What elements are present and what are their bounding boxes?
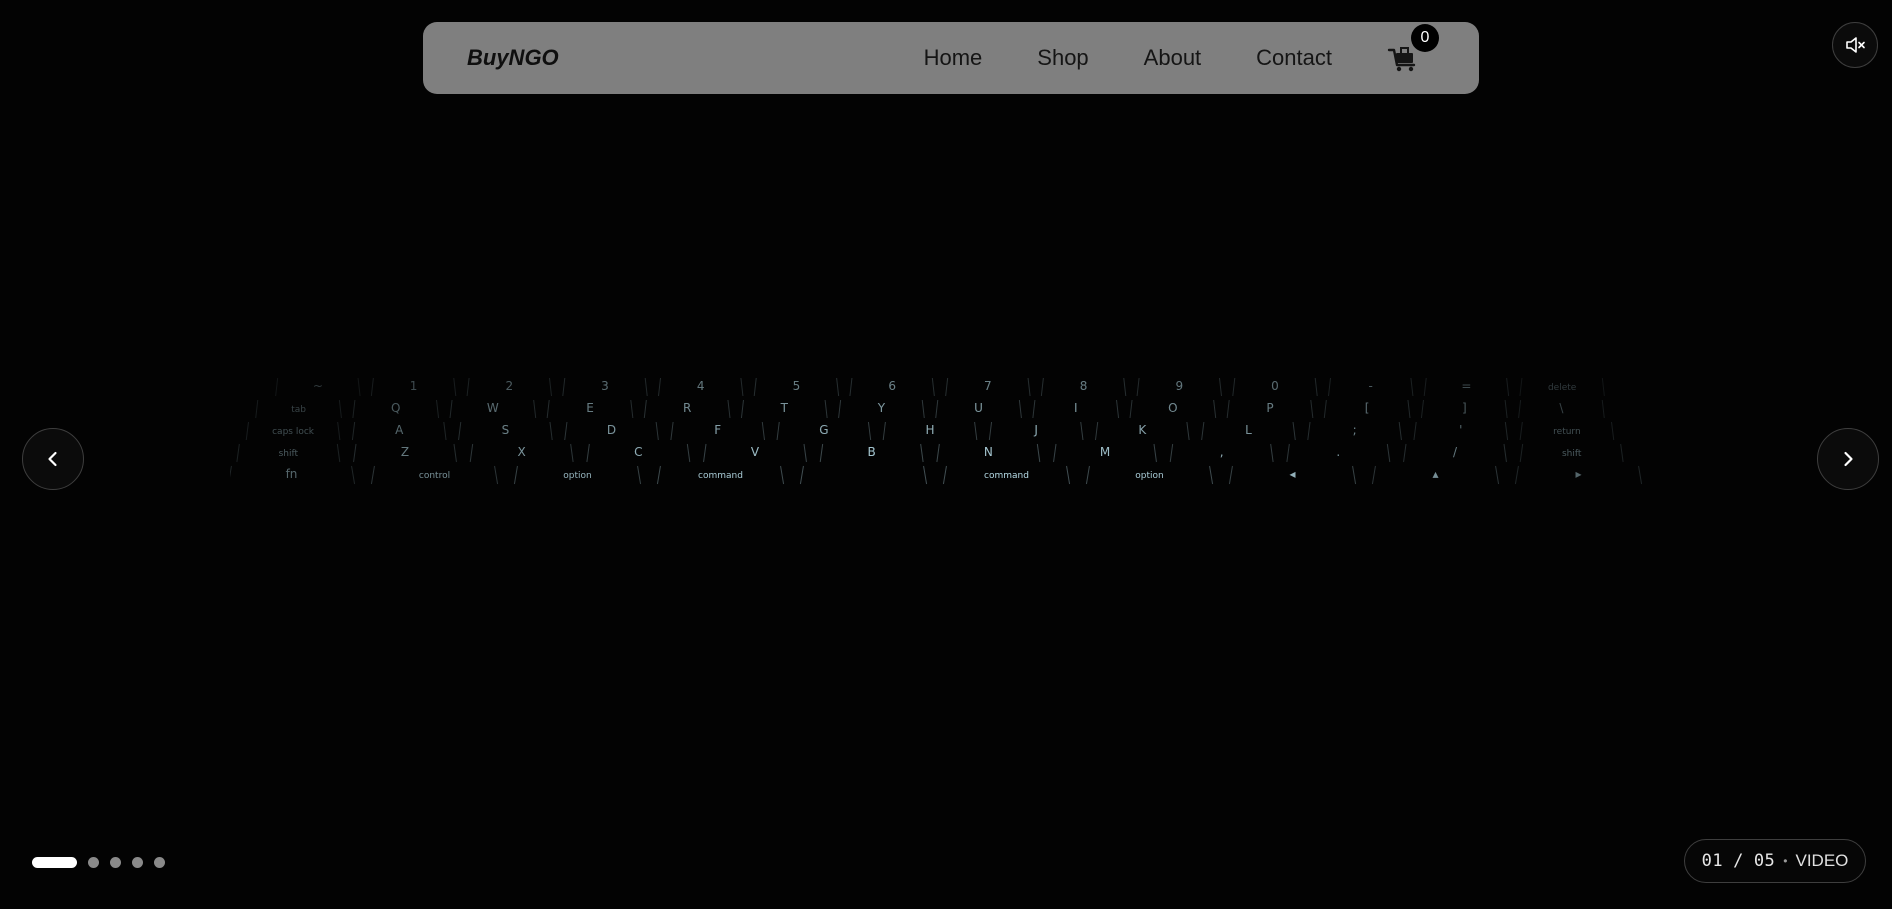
keyboard-key-legend: ▴: [1432, 467, 1438, 481]
keyboard-key-legend: option: [563, 471, 591, 481]
keyboard-key-legend: [: [1365, 401, 1370, 415]
slide-total: 05: [1753, 851, 1776, 871]
media-type-label: VIDEO: [1795, 851, 1849, 870]
keyboard-key-legend: K: [1138, 423, 1147, 437]
keyboard-key-legend: Y: [877, 401, 886, 415]
keyboard-key-legend: .: [1336, 445, 1340, 459]
keyboard-key-legend: B: [868, 445, 876, 459]
nav-links: Home Shop About Contact 0: [924, 22, 1479, 94]
keyboard-key-legend: V: [751, 445, 760, 459]
keyboard-key-legend: ◂: [1289, 467, 1295, 481]
nav-link-shop[interactable]: Shop: [1037, 45, 1088, 71]
keyboard-key-legend: F: [714, 423, 721, 437]
keyboard-key-legend: /: [1453, 445, 1458, 459]
navbar: BuyNGO Home Shop About Contact 0: [423, 22, 1479, 94]
keyboard-key-legend: G: [819, 423, 828, 437]
keyboard-key-legend: ;: [1353, 423, 1357, 437]
keyboard-key-legend: O: [1168, 401, 1177, 415]
keyboard-key-legend: D: [607, 423, 616, 437]
keyboard-key-legend: 1: [410, 379, 418, 393]
keyboard-key-legend: \: [1559, 401, 1564, 415]
keyboard-key-legend: command: [698, 471, 743, 481]
nav-link-contact[interactable]: Contact: [1256, 45, 1332, 71]
keyboard-key-legend: X: [518, 445, 526, 459]
cart-button[interactable]: 0: [1387, 24, 1439, 74]
keyboard-key-legend: 2: [505, 379, 513, 393]
keyboard-key-legend: 0: [1271, 379, 1279, 393]
keyboard-key-legend: fn: [286, 467, 298, 481]
nav-link-home[interactable]: Home: [924, 45, 983, 71]
keyboard-key-legend: E: [586, 401, 594, 415]
keyboard-key-legend: M: [1100, 445, 1110, 459]
previous-slide-button[interactable]: [22, 428, 84, 490]
keyboard-key-legend: command: [984, 471, 1029, 481]
keyboard-key-legend: caps lock: [272, 427, 315, 437]
keyboard-key-legend: Z: [401, 445, 409, 459]
keyboard-key-legend: C: [634, 445, 642, 459]
keyboard-key-legend: shift: [1562, 449, 1582, 459]
keyboard-key-legend: L: [1245, 423, 1252, 437]
slide-indicators: [32, 856, 176, 868]
keyboard-key-legend: N: [984, 445, 993, 459]
keyboard-key-legend: option: [1135, 471, 1163, 481]
keyboard-key-legend: tab: [291, 405, 306, 415]
keyboard-key-legend: P: [1266, 401, 1273, 415]
backlit-keyboard-image: ~1 2 3 4 5 6 7 8 9 0 - = delete tab Q W E R T Y U I O P [] \ caps …: [230, 377, 1643, 485]
keyboard-key-legend: R: [683, 401, 691, 415]
hero-video: ~1 2 3 4 5 6 7 8 9 0 - = delete tab Q W E R T Y U I O P [] \ caps …: [0, 0, 1892, 909]
cart-count-badge: 0: [1411, 24, 1439, 52]
keyboard-key-legend: 6: [888, 379, 896, 393]
keyboard-key-legend: 5: [793, 379, 801, 393]
keyboard-key-legend: S: [502, 423, 510, 437]
chevron-right-icon: [1844, 451, 1853, 467]
keyboard-key-legend: control: [419, 471, 450, 481]
keyboard-key-legend: W: [487, 401, 499, 415]
next-slide-button[interactable]: [1817, 428, 1879, 490]
keyboard-key-legend: U: [974, 401, 983, 415]
keyboard-key-legend: -: [1369, 379, 1373, 393]
slide-dot-2[interactable]: [88, 856, 99, 868]
keyboard-key-legend: J: [1033, 423, 1038, 437]
chevron-left-icon: [48, 451, 57, 467]
nav-link-about[interactable]: About: [1144, 45, 1202, 71]
keyboard-key-legend: return: [1553, 427, 1581, 437]
keyboard-key-legend: T: [780, 401, 789, 415]
mute-button[interactable]: [1832, 22, 1878, 68]
keyboard-key-legend: I: [1074, 401, 1078, 415]
keyboard-key-legend: ]: [1462, 401, 1467, 415]
keyboard-key-legend: ▸: [1575, 467, 1581, 481]
counter-bullet: •: [1783, 854, 1788, 868]
keyboard-key-legend: shift: [279, 449, 299, 459]
keyboard-key-legend: 3: [601, 379, 609, 393]
keyboard-key-legend: 7: [984, 379, 992, 393]
logo[interactable]: BuyNGO: [467, 22, 559, 94]
slide-current: 01: [1701, 851, 1724, 871]
slide-dot-3[interactable]: [110, 856, 121, 868]
speaker-muted-icon: [1846, 37, 1865, 53]
keyboard-key-legend: delete: [1548, 383, 1577, 393]
keyboard-key-legend: Q: [391, 401, 400, 415]
slide-dot-4[interactable]: [132, 856, 143, 868]
keyboard-key-legend: A: [395, 423, 404, 437]
keyboard-key-legend: 4: [697, 379, 705, 393]
slide-dot-5[interactable]: [154, 856, 165, 868]
keyboard-key-legend: ,: [1220, 445, 1224, 459]
keyboard-key-legend: ': [1459, 423, 1462, 437]
slide-separator: /: [1733, 851, 1744, 871]
keyboard-key-legend: 9: [1175, 379, 1183, 393]
keyboard-key-legend: ~: [313, 379, 323, 393]
keyboard-key-legend: H: [925, 423, 934, 437]
slide-dot-1[interactable]: [32, 856, 77, 868]
keyboard-key-legend: =: [1461, 379, 1471, 393]
slide-counter: 01 / 05 • VIDEO: [1684, 839, 1866, 883]
keyboard-key-legend: 8: [1080, 379, 1088, 393]
